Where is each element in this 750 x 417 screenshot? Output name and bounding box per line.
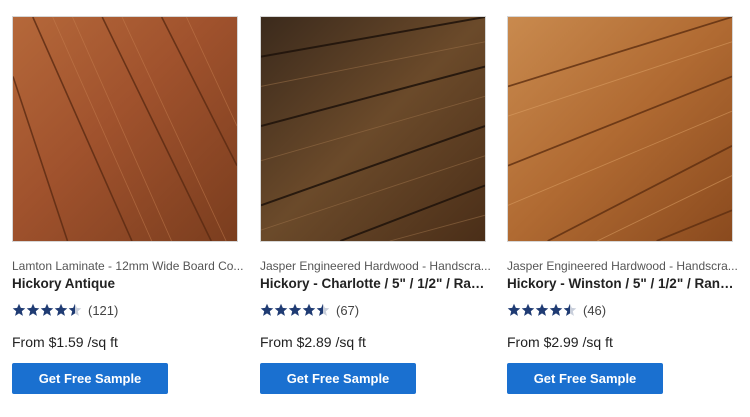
get-free-sample-button[interactable]: Get Free Sample — [260, 363, 416, 394]
product-price: From $1.59 /sq ft — [12, 334, 118, 350]
price-unit: /sq ft — [87, 334, 118, 350]
price-prefix: From — [507, 334, 540, 350]
product-image[interactable] — [507, 16, 733, 242]
price-amount: $2.99 — [543, 334, 579, 350]
product-grid: Lamton Laminate - 12mm Wide Board Co... … — [0, 0, 750, 417]
star-rating — [12, 303, 82, 317]
price-unit: /sq ft — [582, 334, 613, 350]
star-full-icon — [535, 303, 549, 316]
product-image[interactable] — [260, 16, 486, 242]
product-image-hickory-charlotte — [261, 17, 485, 241]
product-rating[interactable]: (46) — [507, 301, 606, 319]
get-free-sample-button[interactable]: Get Free Sample — [12, 363, 168, 394]
star-full-icon — [54, 303, 68, 316]
star-full-icon — [507, 303, 521, 316]
get-free-sample-button[interactable]: Get Free Sample — [507, 363, 663, 394]
product-image[interactable] — [12, 16, 238, 242]
star-full-icon — [302, 303, 316, 316]
product-brand[interactable]: Jasper Engineered Hardwood - Handscra... — [507, 259, 739, 273]
star-half-icon — [316, 303, 330, 316]
product-name[interactable]: Hickory Antique — [12, 276, 244, 291]
review-count[interactable]: (121) — [88, 303, 118, 318]
product-brand[interactable]: Jasper Engineered Hardwood - Handscra... — [260, 259, 492, 273]
star-full-icon — [12, 303, 26, 316]
star-full-icon — [274, 303, 288, 316]
product-name[interactable]: Hickory - Winston / 5" / 1/2" / Rando... — [507, 276, 739, 291]
star-rating — [260, 303, 330, 317]
review-count[interactable]: (46) — [583, 303, 606, 318]
star-full-icon — [26, 303, 40, 316]
star-half-icon — [563, 303, 577, 316]
price-unit: /sq ft — [335, 334, 366, 350]
star-full-icon — [40, 303, 54, 316]
product-brand[interactable]: Lamton Laminate - 12mm Wide Board Co... — [12, 259, 244, 273]
star-half-icon — [68, 303, 82, 316]
product-price: From $2.99 /sq ft — [507, 334, 613, 350]
star-full-icon — [260, 303, 274, 316]
product-price: From $2.89 /sq ft — [260, 334, 366, 350]
review-count[interactable]: (67) — [336, 303, 359, 318]
price-amount: $1.59 — [48, 334, 84, 350]
price-prefix: From — [260, 334, 293, 350]
star-rating — [507, 303, 577, 317]
product-image-hickory-antique — [13, 17, 237, 241]
price-prefix: From — [12, 334, 45, 350]
product-name[interactable]: Hickory - Charlotte / 5" / 1/2" / Rand..… — [260, 276, 492, 291]
product-rating[interactable]: (67) — [260, 301, 359, 319]
star-full-icon — [288, 303, 302, 316]
product-rating[interactable]: (121) — [12, 301, 118, 319]
star-full-icon — [521, 303, 535, 316]
star-full-icon — [549, 303, 563, 316]
product-image-hickory-winston — [508, 17, 732, 241]
price-amount: $2.89 — [296, 334, 332, 350]
